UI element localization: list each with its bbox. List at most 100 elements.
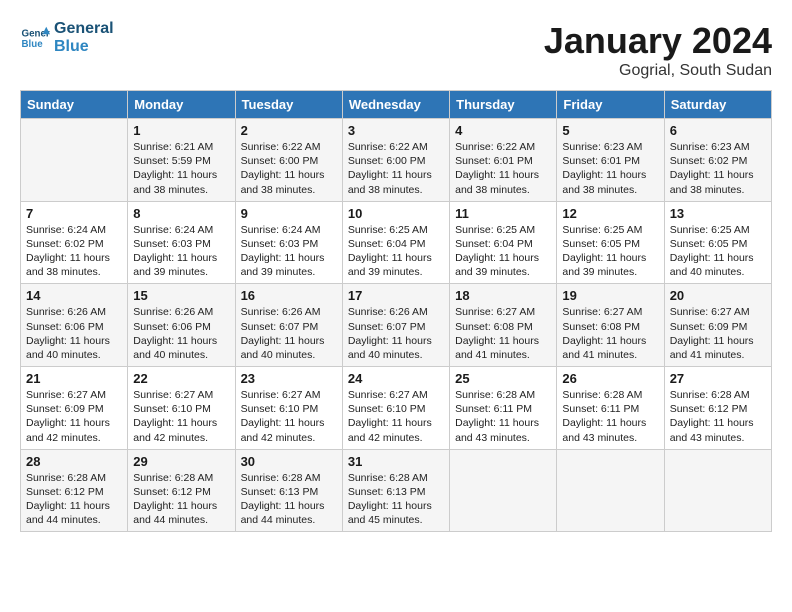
day-info: Sunrise: 6:21 AM Sunset: 5:59 PM Dayligh… xyxy=(133,140,229,197)
day-info: Sunrise: 6:28 AM Sunset: 6:12 PM Dayligh… xyxy=(133,471,229,528)
logo-blue: Blue xyxy=(54,38,114,56)
calendar-cell: 17 Sunrise: 6:26 AM Sunset: 6:07 PM Dayli… xyxy=(342,284,449,367)
calendar-cell: 18 Sunrise: 6:27 AM Sunset: 6:08 PM Dayli… xyxy=(450,284,557,367)
calendar-cell: 5 Sunrise: 6:23 AM Sunset: 6:01 PM Daylig… xyxy=(557,119,664,202)
calendar-cell: 15 Sunrise: 6:26 AM Sunset: 6:06 PM Dayli… xyxy=(128,284,235,367)
day-info: Sunrise: 6:28 AM Sunset: 6:11 PM Dayligh… xyxy=(455,388,551,445)
day-number: 17 xyxy=(348,288,444,303)
calendar-week-row: 28Sunrise: 6:28 AM Sunset: 6:12 PM Dayli… xyxy=(21,449,772,532)
calendar-cell: 1 Sunrise: 6:21 AM Sunset: 5:59 PM Daylig… xyxy=(128,119,235,202)
calendar-cell: 4Sunrise: 6:22 AM Sunset: 6:01 PM Daylig… xyxy=(450,119,557,202)
day-info: Sunrise: 6:26 AM Sunset: 6:06 PM Dayligh… xyxy=(26,305,122,362)
calendar-cell: 21 Sunrise: 6:27 AM Sunset: 6:09 PM Dayli… xyxy=(21,367,128,450)
calendar-cell: 10Sunrise: 6:25 AM Sunset: 6:04 PM Dayli… xyxy=(342,201,449,284)
day-info: Sunrise: 6:25 AM Sunset: 6:05 PM Dayligh… xyxy=(670,223,766,280)
weekday-header-sunday: Sunday xyxy=(21,91,128,119)
calendar-week-row: 7Sunrise: 6:24 AM Sunset: 6:02 PM Daylig… xyxy=(21,201,772,284)
day-info: Sunrise: 6:28 AM Sunset: 6:12 PM Dayligh… xyxy=(26,471,122,528)
day-number: 29 xyxy=(133,454,229,469)
day-info: Sunrise: 6:26 AM Sunset: 6:07 PM Dayligh… xyxy=(241,305,337,362)
day-number: 31 xyxy=(348,454,444,469)
calendar-cell: 20Sunrise: 6:27 AM Sunset: 6:09 PM Dayli… xyxy=(664,284,771,367)
day-info: Sunrise: 6:23 AM Sunset: 6:01 PM Dayligh… xyxy=(562,140,658,197)
day-number: 5 xyxy=(562,123,658,138)
logo-general: General xyxy=(54,20,114,38)
day-info: Sunrise: 6:27 AM Sunset: 6:08 PM Dayligh… xyxy=(455,305,551,362)
calendar-cell: 30Sunrise: 6:28 AM Sunset: 6:13 PM Dayli… xyxy=(235,449,342,532)
calendar-cell xyxy=(21,119,128,202)
day-info: Sunrise: 6:28 AM Sunset: 6:11 PM Dayligh… xyxy=(562,388,658,445)
day-info: Sunrise: 6:24 AM Sunset: 6:03 PM Dayligh… xyxy=(133,223,229,280)
day-number: 21 xyxy=(26,371,122,386)
day-info: Sunrise: 6:22 AM Sunset: 6:00 PM Dayligh… xyxy=(241,140,337,197)
calendar-cell: 7Sunrise: 6:24 AM Sunset: 6:02 PM Daylig… xyxy=(21,201,128,284)
day-info: Sunrise: 6:23 AM Sunset: 6:02 PM Dayligh… xyxy=(670,140,766,197)
weekday-header-saturday: Saturday xyxy=(664,91,771,119)
day-info: Sunrise: 6:24 AM Sunset: 6:02 PM Dayligh… xyxy=(26,223,122,280)
day-number: 11 xyxy=(455,206,551,221)
calendar-cell: 12 Sunrise: 6:25 AM Sunset: 6:05 PM Dayli… xyxy=(557,201,664,284)
calendar-cell: 13 Sunrise: 6:25 AM Sunset: 6:05 PM Dayli… xyxy=(664,201,771,284)
weekday-header-friday: Friday xyxy=(557,91,664,119)
day-number: 18 xyxy=(455,288,551,303)
calendar-week-row: 1 Sunrise: 6:21 AM Sunset: 5:59 PM Daylig… xyxy=(21,119,772,202)
day-number: 13 xyxy=(670,206,766,221)
day-info: Sunrise: 6:25 AM Sunset: 6:04 PM Dayligh… xyxy=(455,223,551,280)
day-number: 16 xyxy=(241,288,337,303)
calendar-cell: 14Sunrise: 6:26 AM Sunset: 6:06 PM Dayli… xyxy=(21,284,128,367)
logo-icon: General Blue xyxy=(20,23,50,53)
day-info: Sunrise: 6:24 AM Sunset: 6:03 PM Dayligh… xyxy=(241,223,337,280)
weekday-header-tuesday: Tuesday xyxy=(235,91,342,119)
calendar-cell: 26 Sunrise: 6:28 AM Sunset: 6:11 PM Dayli… xyxy=(557,367,664,450)
month-title: January 2024 xyxy=(544,20,772,62)
weekday-header-row: SundayMondayTuesdayWednesdayThursdayFrid… xyxy=(21,91,772,119)
day-info: Sunrise: 6:26 AM Sunset: 6:06 PM Dayligh… xyxy=(133,305,229,362)
calendar-cell: 23Sunrise: 6:27 AM Sunset: 6:10 PM Dayli… xyxy=(235,367,342,450)
day-number: 9 xyxy=(241,206,337,221)
day-number: 2 xyxy=(241,123,337,138)
day-info: Sunrise: 6:22 AM Sunset: 6:00 PM Dayligh… xyxy=(348,140,444,197)
calendar-cell: 3 Sunrise: 6:22 AM Sunset: 6:00 PM Daylig… xyxy=(342,119,449,202)
svg-text:Blue: Blue xyxy=(22,39,44,50)
day-number: 27 xyxy=(670,371,766,386)
calendar-cell: 28Sunrise: 6:28 AM Sunset: 6:12 PM Dayli… xyxy=(21,449,128,532)
calendar-table: SundayMondayTuesdayWednesdayThursdayFrid… xyxy=(20,90,772,532)
day-info: Sunrise: 6:26 AM Sunset: 6:07 PM Dayligh… xyxy=(348,305,444,362)
calendar-cell: 22Sunrise: 6:27 AM Sunset: 6:10 PM Dayli… xyxy=(128,367,235,450)
calendar-week-row: 21 Sunrise: 6:27 AM Sunset: 6:09 PM Dayli… xyxy=(21,367,772,450)
calendar-cell: 11 Sunrise: 6:25 AM Sunset: 6:04 PM Dayli… xyxy=(450,201,557,284)
day-number: 10 xyxy=(348,206,444,221)
weekday-header-thursday: Thursday xyxy=(450,91,557,119)
calendar-cell: 19 Sunrise: 6:27 AM Sunset: 6:08 PM Dayli… xyxy=(557,284,664,367)
calendar-cell: 25Sunrise: 6:28 AM Sunset: 6:11 PM Dayli… xyxy=(450,367,557,450)
calendar-cell: 2 Sunrise: 6:22 AM Sunset: 6:00 PM Daylig… xyxy=(235,119,342,202)
calendar-cell: 24 Sunrise: 6:27 AM Sunset: 6:10 PM Dayli… xyxy=(342,367,449,450)
day-number: 24 xyxy=(348,371,444,386)
calendar-cell xyxy=(450,449,557,532)
day-number: 15 xyxy=(133,288,229,303)
weekday-header-monday: Monday xyxy=(128,91,235,119)
calendar-cell xyxy=(557,449,664,532)
title-block: January 2024 Gogrial, South Sudan xyxy=(544,20,772,80)
day-number: 12 xyxy=(562,206,658,221)
day-number: 6 xyxy=(670,123,766,138)
calendar-cell: 31 Sunrise: 6:28 AM Sunset: 6:13 PM Dayli… xyxy=(342,449,449,532)
calendar-cell: 27Sunrise: 6:28 AM Sunset: 6:12 PM Dayli… xyxy=(664,367,771,450)
day-info: Sunrise: 6:27 AM Sunset: 6:10 PM Dayligh… xyxy=(133,388,229,445)
calendar-cell: 8 Sunrise: 6:24 AM Sunset: 6:03 PM Daylig… xyxy=(128,201,235,284)
day-info: Sunrise: 6:25 AM Sunset: 6:05 PM Dayligh… xyxy=(562,223,658,280)
day-number: 3 xyxy=(348,123,444,138)
day-number: 19 xyxy=(562,288,658,303)
day-info: Sunrise: 6:28 AM Sunset: 6:13 PM Dayligh… xyxy=(348,471,444,528)
day-info: Sunrise: 6:27 AM Sunset: 6:10 PM Dayligh… xyxy=(348,388,444,445)
day-number: 8 xyxy=(133,206,229,221)
day-info: Sunrise: 6:27 AM Sunset: 6:08 PM Dayligh… xyxy=(562,305,658,362)
day-number: 4 xyxy=(455,123,551,138)
calendar-cell: 6 Sunrise: 6:23 AM Sunset: 6:02 PM Daylig… xyxy=(664,119,771,202)
calendar-cell xyxy=(664,449,771,532)
day-number: 1 xyxy=(133,123,229,138)
day-number: 26 xyxy=(562,371,658,386)
day-number: 20 xyxy=(670,288,766,303)
calendar-cell: 9 Sunrise: 6:24 AM Sunset: 6:03 PM Daylig… xyxy=(235,201,342,284)
day-info: Sunrise: 6:27 AM Sunset: 6:09 PM Dayligh… xyxy=(26,388,122,445)
